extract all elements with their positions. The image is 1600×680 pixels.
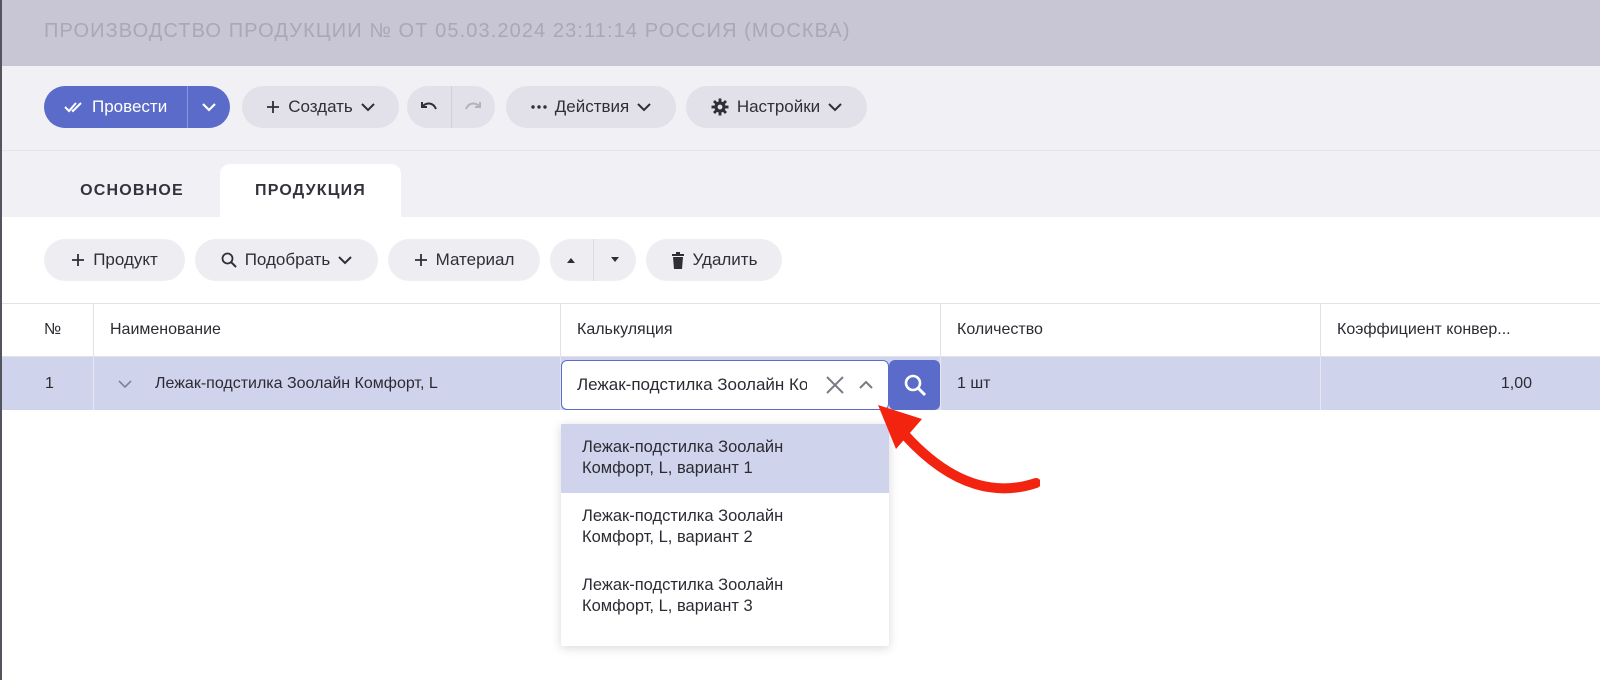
trash-icon bbox=[671, 251, 684, 269]
redo-button[interactable] bbox=[452, 86, 496, 128]
chevron-down-icon bbox=[361, 102, 375, 111]
post-button-label: Провести bbox=[92, 97, 168, 116]
column-divider bbox=[1320, 357, 1321, 410]
calculation-select[interactable]: Лежак-подстилка Зоолайн Комфорт, L, вари… bbox=[561, 360, 889, 410]
chevron-down-icon bbox=[637, 102, 651, 111]
add-product-button[interactable]: Продукт bbox=[44, 239, 185, 281]
chevron-down-icon bbox=[828, 102, 842, 111]
settings-button[interactable]: Настройки bbox=[686, 86, 867, 128]
column-divider bbox=[93, 304, 94, 356]
column-divider bbox=[560, 304, 561, 356]
calculation-select-value[interactable]: Лежак-подстилка Зоолайн Комфорт, L, вари… bbox=[577, 375, 807, 395]
settings-button-label: Настройки bbox=[736, 97, 821, 116]
chevron-down-icon bbox=[202, 102, 216, 112]
post-button-group: Провести bbox=[44, 86, 230, 128]
post-button[interactable]: Провести bbox=[44, 86, 187, 128]
pick-button[interactable]: Подобрать bbox=[195, 239, 378, 281]
redo-icon bbox=[465, 102, 482, 110]
create-button[interactable]: Создать bbox=[242, 86, 399, 128]
add-material-button[interactable]: Материал bbox=[388, 239, 540, 281]
option-line: Комфорт, L, вариант 3 bbox=[582, 597, 753, 615]
tab-products[interactable]: ПРОДУКЦИЯ bbox=[220, 164, 401, 218]
move-row-group bbox=[550, 239, 636, 281]
annotation-arrow-icon bbox=[878, 405, 1040, 494]
plus-icon bbox=[267, 101, 280, 113]
move-down-button[interactable] bbox=[594, 239, 637, 281]
calculation-dropdown: Лежак-подстилка Зоолайн Комфорт, L, вари… bbox=[561, 424, 889, 646]
plus-icon bbox=[72, 254, 85, 266]
move-up-button[interactable] bbox=[550, 239, 593, 281]
triangle-down-icon bbox=[610, 257, 619, 262]
row-expand-toggle[interactable] bbox=[118, 357, 132, 410]
table-header: № Наименование Калькуляция Количество Ко… bbox=[2, 303, 1600, 357]
calculation-option-2[interactable]: Лежак-подстилка Зоолайн Комфорт, L, вари… bbox=[561, 493, 889, 562]
column-divider bbox=[1320, 304, 1321, 356]
option-line: Лежак-подстилка Зоолайн bbox=[582, 507, 784, 525]
option-line: Комфорт, L, вариант 2 bbox=[582, 528, 753, 546]
document-title: ПРОИЗВОДСТВО ПРОДУКЦИИ № ОТ 05.03.2024 2… bbox=[44, 20, 851, 42]
products-toolbar: Продукт Подобрать Материал Удалить bbox=[2, 217, 1600, 303]
add-product-label: Продукт bbox=[93, 250, 158, 269]
pick-button-label: Подобрать bbox=[244, 250, 331, 269]
close-icon[interactable] bbox=[824, 374, 846, 396]
option-line: Комфорт, L, вариант 1 bbox=[582, 459, 753, 477]
tab-main[interactable]: ОСНОВНОЕ bbox=[42, 164, 222, 218]
actions-button[interactable]: Действия bbox=[506, 86, 676, 128]
add-material-label: Материал bbox=[435, 250, 515, 269]
row-product-name: Лежак-подстилка Зоолайн Комфорт, L bbox=[155, 374, 438, 392]
chevron-down-icon bbox=[118, 379, 132, 388]
column-divider bbox=[940, 304, 941, 356]
chevron-up-icon[interactable] bbox=[857, 376, 875, 394]
chevron-down-icon bbox=[338, 255, 353, 264]
gear-icon bbox=[711, 98, 729, 116]
delete-button-label: Удалить bbox=[692, 250, 758, 269]
column-header-name[interactable]: Наименование bbox=[110, 304, 221, 356]
delete-button[interactable]: Удалить bbox=[646, 239, 782, 281]
double-check-icon bbox=[64, 102, 82, 113]
undo-button[interactable] bbox=[407, 86, 451, 128]
column-header-coefficient[interactable]: Коэффициент конвер... bbox=[1337, 304, 1511, 356]
more-horizontal-icon bbox=[531, 105, 547, 109]
undo-redo-group bbox=[407, 86, 495, 128]
option-line: Лежак-подстилка Зоолайн bbox=[582, 576, 784, 594]
calculation-option-3[interactable]: Лежак-подстилка Зоолайн Комфорт, L, вари… bbox=[561, 562, 889, 631]
triangle-up-icon bbox=[567, 258, 576, 263]
actions-button-label: Действия bbox=[554, 97, 630, 116]
search-icon bbox=[221, 252, 237, 268]
create-button-label: Создать bbox=[288, 97, 353, 116]
search-icon bbox=[904, 374, 926, 397]
tab-bar: ОСНОВНОЕ ПРОДУКЦИЯ bbox=[2, 150, 1600, 218]
row-coefficient[interactable]: 1,00 bbox=[1337, 357, 1532, 410]
main-toolbar: Провести Создать Действия Настройки bbox=[2, 66, 1600, 150]
plus-icon bbox=[414, 254, 427, 266]
post-dropdown-button[interactable] bbox=[188, 86, 230, 128]
option-line: Лежак-подстилка Зоолайн bbox=[582, 438, 784, 456]
column-divider bbox=[93, 357, 94, 410]
column-header-calculation[interactable]: Калькуляция bbox=[577, 304, 672, 356]
row-number: 1 bbox=[45, 374, 54, 392]
column-header-quantity[interactable]: Количество bbox=[957, 304, 1043, 356]
undo-icon bbox=[420, 102, 437, 110]
title-bar: ПРОИЗВОДСТВО ПРОДУКЦИИ № ОТ 05.03.2024 2… bbox=[2, 0, 1600, 66]
calculation-option-1[interactable]: Лежак-подстилка Зоолайн Комфорт, L, вари… bbox=[561, 424, 889, 493]
column-header-number: № bbox=[44, 321, 62, 338]
